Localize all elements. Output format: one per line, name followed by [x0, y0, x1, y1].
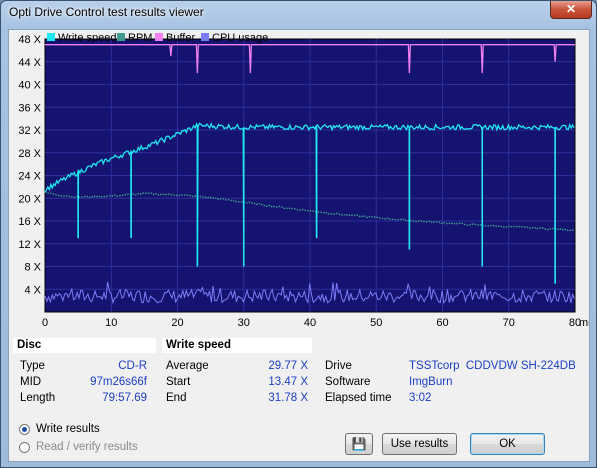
- y-tick-label: 4 X: [24, 284, 41, 296]
- radio-selected-icon: [19, 424, 30, 435]
- y-tick-label: 8 X: [24, 262, 41, 274]
- y-tick-label: 36 X: [18, 102, 41, 114]
- chart-area: 0 10 20 30 40 50 60 70 80 4 X8 X 12 X 16 X 20 X 24 X2…: [9, 30, 596, 334]
- use-results-button[interactable]: Use results: [382, 433, 457, 455]
- average-value: 29.77 X: [268, 360, 308, 372]
- disc-type-label: Type: [20, 360, 45, 372]
- stats-panel: Disc Type CD-R MID 97m26s66f Length 79:5…: [9, 334, 589, 419]
- y-tick-label: 28 X: [18, 148, 41, 160]
- start-value: 13.47 X: [268, 376, 308, 388]
- software-label: Software: [325, 376, 371, 388]
- start-label: Start: [166, 376, 191, 388]
- legend-swatch: [117, 33, 125, 41]
- legend-label: Write speed: [58, 32, 117, 44]
- client-area: 0 10 20 30 40 50 60 70 80 4 X8 X 12 X 16 X 20 X 24 X2…: [8, 29, 597, 462]
- x-tick-label: 10: [105, 317, 117, 329]
- write-results-label: Write results: [36, 423, 100, 435]
- software-value: ImgBurn: [409, 376, 453, 388]
- y-tick-label: 12 X: [18, 239, 41, 251]
- end-label: End: [166, 392, 187, 404]
- x-tick-label: 40: [304, 317, 316, 329]
- x-tick-label: 30: [238, 317, 250, 329]
- x-tick-label: 0: [42, 317, 48, 329]
- y-tick-label: 24 X: [18, 171, 41, 183]
- y-tick-label: 16 X: [18, 216, 41, 228]
- x-tick-label: 70: [503, 317, 515, 329]
- y-tick-label: 44 X: [18, 57, 41, 69]
- legend-swatch: [47, 33, 55, 41]
- legend-label: Buffer: [166, 32, 195, 44]
- disc-mid-value: 97m26s66f: [90, 376, 147, 388]
- drive-label: Drive: [325, 360, 352, 372]
- speed-chart: 0 10 20 30 40 50 60 70 804 X8 X12 X16 X20 X24 X2…: [18, 32, 596, 329]
- y-tick-label: 40 X: [18, 80, 41, 92]
- disc-length-label: Length: [20, 392, 56, 404]
- window-title: Opti Drive Control test results viewer: [9, 5, 204, 19]
- elapsed-value: 3:02: [409, 392, 432, 404]
- disc-type-value: CD-R: [118, 360, 147, 372]
- legend-swatch: [155, 33, 163, 41]
- write-speed-heading: Write speed: [162, 338, 312, 353]
- y-tick-label: 32 X: [18, 125, 41, 137]
- read-verify-results-label: Read / verify results: [36, 441, 138, 453]
- y-tick-label: 20 X: [18, 193, 41, 205]
- drive-value: TSSTcorp CDDVDW SH-224DB: [409, 360, 576, 372]
- ok-button[interactable]: OK: [470, 433, 545, 455]
- close-button[interactable]: ✕: [550, 1, 592, 19]
- x-tick-label: 20: [171, 317, 183, 329]
- average-label: Average: [166, 360, 209, 372]
- legend-swatch: [201, 33, 209, 41]
- disc-length-value: 79:57.69: [102, 392, 147, 404]
- save-button[interactable]: 💾: [345, 433, 373, 455]
- x-tick-label: 60: [436, 317, 448, 329]
- title-bar[interactable]: Opti Drive Control test results viewer ✕: [1, 1, 596, 24]
- radio-unselected-icon: [19, 442, 30, 453]
- disc-heading: Disc: [13, 338, 156, 353]
- elapsed-label: Elapsed time: [325, 392, 392, 404]
- x-axis-unit: min: [579, 317, 589, 329]
- legend-label: RPM: [128, 32, 152, 44]
- disc-mid-label: MID: [20, 376, 42, 388]
- x-tick-label: 50: [370, 317, 382, 329]
- app-window: Opti Drive Control test results viewer ✕…: [0, 0, 597, 468]
- legend-label: CPU usage: [212, 32, 268, 44]
- end-value: 31.78 X: [268, 392, 308, 404]
- y-tick-label: 48 X: [18, 34, 41, 46]
